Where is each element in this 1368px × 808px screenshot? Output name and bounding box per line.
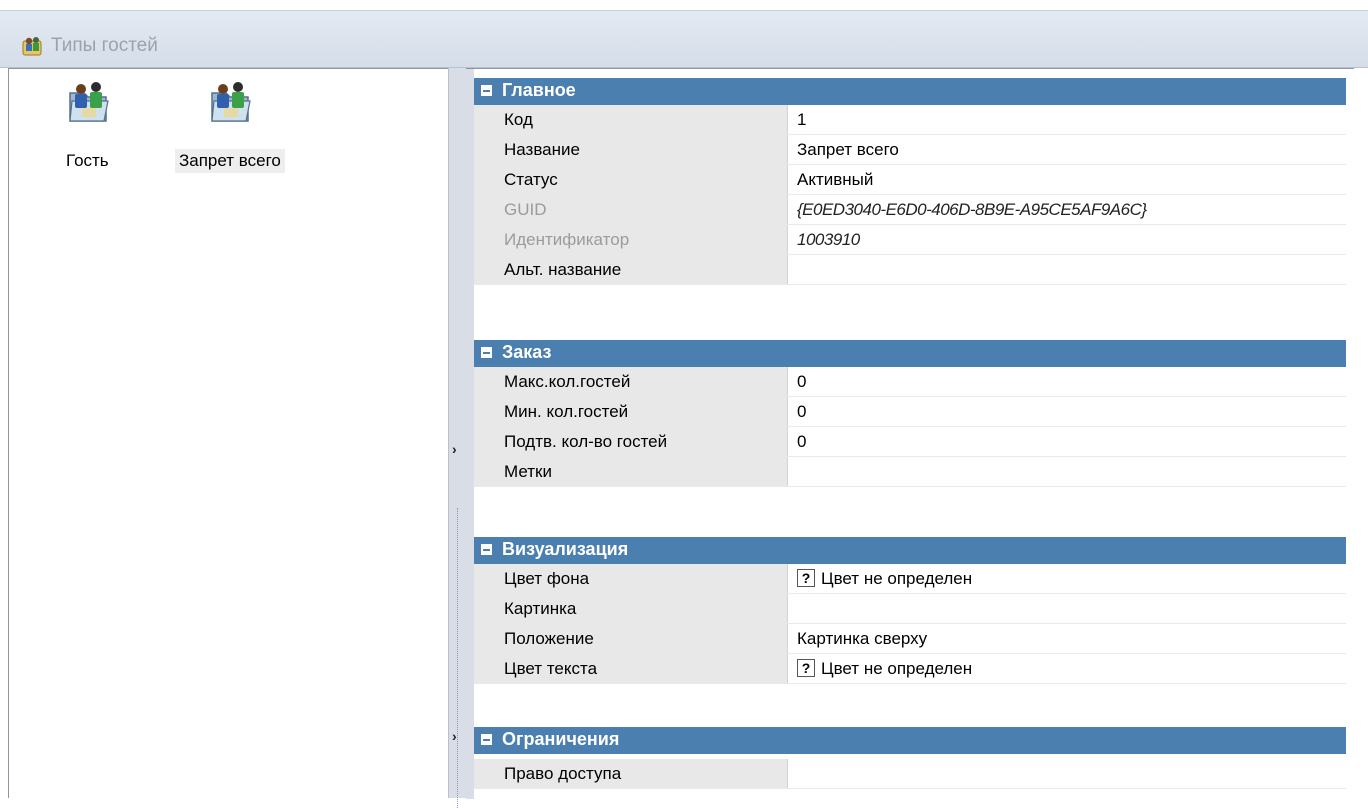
property-row[interactable]: Макс.кол.гостей 0 bbox=[474, 367, 1346, 397]
property-name: Подтв. кол-во гостей bbox=[504, 432, 668, 451]
property-name-cell: Подтв. кол-во гостей bbox=[474, 427, 788, 456]
gallery-item-label[interactable]: Гость bbox=[62, 149, 113, 173]
property-name-cell: Мин. кол.гостей bbox=[474, 397, 788, 426]
property-row[interactable]: Название Запрет всего bbox=[474, 135, 1346, 165]
property-row[interactable]: Положение Картинка сверху bbox=[474, 624, 1346, 654]
category-order[interactable]: Заказ bbox=[474, 340, 1346, 367]
property-name-cell: Идентификатор bbox=[474, 225, 788, 254]
property-name: Код bbox=[504, 110, 533, 129]
property-row[interactable]: Альт. название bbox=[474, 255, 1346, 285]
property-value[interactable]: Активный bbox=[797, 170, 873, 190]
property-name: Макс.кол.гостей bbox=[504, 372, 631, 391]
question-mark-icon: ? bbox=[797, 569, 815, 587]
property-value[interactable]: 0 bbox=[797, 402, 806, 422]
property-name: Цвет текста bbox=[504, 659, 598, 678]
property-name: Положение bbox=[504, 629, 594, 648]
category-title: Ограничения bbox=[502, 729, 620, 749]
collapse-icon[interactable] bbox=[481, 544, 492, 555]
property-row[interactable]: GUID {E0ED3040-E6D0-406D-8B9E-A95CE5AF9A… bbox=[474, 195, 1346, 225]
property-value[interactable]: {E0ED3040-E6D0-406D-8B9E-A95CE5AF9A6C} bbox=[797, 200, 1147, 220]
property-name-cell: Цвет фона bbox=[474, 564, 788, 593]
property-name: Идентификатор bbox=[504, 230, 630, 249]
gallery-item-label[interactable]: Запрет всего bbox=[175, 149, 285, 173]
category-visualization[interactable]: Визуализация bbox=[474, 537, 1346, 564]
property-name: Право доступа bbox=[504, 764, 622, 783]
question-mark-icon: ? bbox=[797, 659, 815, 677]
property-row[interactable]: Метки bbox=[474, 457, 1346, 487]
property-row[interactable]: Цвет текста ? Цвет не определен bbox=[474, 654, 1346, 684]
property-value[interactable]: 0 bbox=[797, 372, 806, 392]
guest-types-gallery[interactable]: Гость Запрет всего bbox=[8, 68, 448, 798]
property-name-cell: Цвет текста bbox=[474, 654, 788, 683]
property-name: Метки bbox=[504, 462, 552, 481]
property-name: Название bbox=[504, 140, 580, 159]
property-name: Картинка bbox=[504, 599, 577, 618]
property-name-cell: Картинка bbox=[474, 594, 788, 623]
property-name: Цвет фона bbox=[504, 569, 590, 588]
property-name: Альт. название bbox=[504, 260, 622, 279]
property-value[interactable]: Картинка сверху bbox=[797, 629, 927, 649]
collapse-icon[interactable] bbox=[481, 734, 492, 745]
chevron-right-icon[interactable]: › bbox=[452, 441, 457, 457]
property-name-cell: Положение bbox=[474, 624, 788, 653]
property-name: Статус bbox=[504, 170, 558, 189]
guest-type-icon[interactable] bbox=[206, 79, 254, 127]
property-name: GUID bbox=[504, 200, 547, 219]
property-row[interactable]: Статус Активный bbox=[474, 165, 1346, 195]
property-row[interactable]: Право доступа bbox=[474, 759, 1346, 789]
right-edge bbox=[1354, 68, 1368, 798]
property-name-cell: Альт. название bbox=[474, 255, 788, 284]
property-grid[interactable]: Главное Код 1 Название Запрет всего Стат… bbox=[466, 68, 1368, 799]
window-title-bar: Типы гостей bbox=[0, 10, 1368, 68]
property-row[interactable]: Подтв. кол-во гостей 0 bbox=[474, 427, 1346, 457]
property-row[interactable]: Цвет фона ? Цвет не определен bbox=[474, 564, 1346, 594]
property-row[interactable]: Идентификатор 1003910 bbox=[474, 225, 1346, 255]
property-value[interactable]: 0 bbox=[797, 432, 806, 452]
guest-type-icon[interactable] bbox=[64, 79, 112, 127]
property-name-cell: Код bbox=[474, 105, 788, 134]
collapse-icon[interactable] bbox=[481, 85, 492, 96]
color-value[interactable]: ? Цвет не определен bbox=[797, 569, 972, 589]
property-row[interactable]: Код 1 bbox=[474, 105, 1346, 135]
color-value[interactable]: ? Цвет не определен bbox=[797, 659, 972, 679]
property-name-cell: Макс.кол.гостей bbox=[474, 367, 788, 396]
splitter-grip[interactable] bbox=[457, 508, 458, 808]
property-name-cell: GUID bbox=[474, 195, 788, 224]
property-name-cell: Название bbox=[474, 135, 788, 164]
property-value[interactable]: 1003910 bbox=[797, 230, 860, 250]
category-title: Заказ bbox=[502, 342, 552, 362]
property-value[interactable]: 1 bbox=[797, 110, 806, 130]
chevron-right-icon[interactable]: › bbox=[452, 728, 457, 744]
property-name-cell: Метки bbox=[474, 457, 788, 486]
window-title: Типы гостей bbox=[51, 35, 158, 56]
property-value: Цвет не определен bbox=[821, 659, 973, 678]
guests-icon bbox=[22, 37, 42, 56]
top-strip bbox=[0, 0, 1368, 10]
property-name-cell: Право доступа bbox=[474, 759, 788, 788]
property-name-cell: Статус bbox=[474, 165, 788, 194]
property-row[interactable]: Картинка bbox=[474, 594, 1346, 624]
property-value[interactable]: Запрет всего bbox=[797, 140, 899, 160]
category-title: Главное bbox=[502, 80, 576, 100]
collapse-icon[interactable] bbox=[481, 347, 492, 358]
panel-splitter[interactable]: › › bbox=[448, 68, 466, 808]
category-restrictions[interactable]: Ограничения bbox=[474, 727, 1346, 754]
category-title: Визуализация bbox=[502, 539, 629, 559]
property-name: Мин. кол.гостей bbox=[504, 402, 629, 421]
property-value: Цвет не определен bbox=[821, 569, 973, 588]
category-main[interactable]: Главное bbox=[474, 78, 1346, 105]
property-row[interactable]: Мин. кол.гостей 0 bbox=[474, 397, 1346, 427]
grid-margin bbox=[466, 69, 474, 799]
